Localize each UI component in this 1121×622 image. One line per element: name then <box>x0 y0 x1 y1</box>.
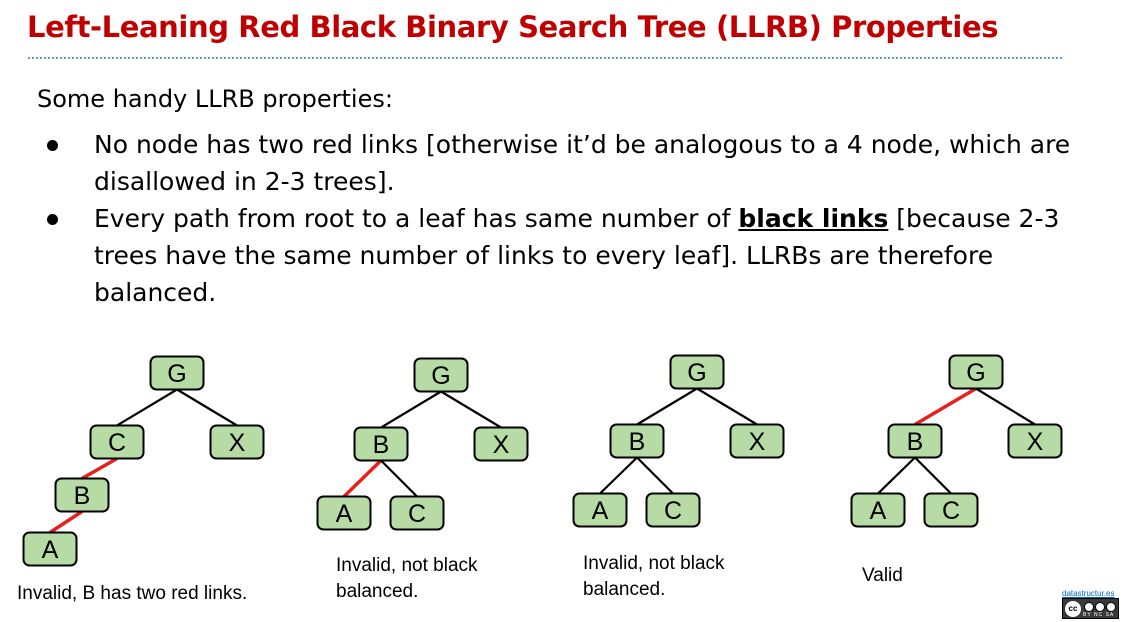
node-label: X <box>749 428 766 456</box>
node-label: G <box>431 362 450 390</box>
license-tags: BY NC SA <box>1083 612 1115 618</box>
red-link-B-A <box>342 459 383 498</box>
black-links-emphasis: black links <box>738 204 889 233</box>
property-item-1: No node has two red links [otherwise it’… <box>40 126 1080 200</box>
black-link-G-X <box>440 390 502 429</box>
node-X: X <box>1007 423 1063 459</box>
node-C: C <box>923 492 979 528</box>
node-A: A <box>22 531 78 567</box>
bullet-icon <box>47 140 58 151</box>
black-link-B-C <box>636 456 674 495</box>
node-B: B <box>887 423 943 459</box>
site-link[interactable]: datastructur.es <box>1062 589 1114 598</box>
node-B: B <box>609 423 665 459</box>
node-label: C <box>942 497 960 525</box>
node-label: C <box>664 497 682 525</box>
bullet-icon <box>47 214 58 225</box>
node-A: A <box>316 495 372 531</box>
node-label: G <box>966 359 985 387</box>
node-X: X <box>473 426 529 462</box>
node-B: B <box>353 426 409 462</box>
black-link-G-X <box>975 387 1036 426</box>
sa-icon <box>1106 602 1116 612</box>
node-A: A <box>572 492 628 528</box>
node-C: C <box>389 495 445 531</box>
node-G: G <box>948 354 1004 390</box>
caption-tree-4: Valid <box>862 565 903 586</box>
property-text-2-before: Every path from root to a leaf has same … <box>94 204 739 233</box>
node-label: X <box>493 431 510 459</box>
caption-tree-1: Invalid, B has two red links. <box>17 583 248 604</box>
black-link-G-X <box>696 387 758 426</box>
cc-mark: cc <box>1065 601 1081 617</box>
node-label: C <box>108 429 126 457</box>
node-X: X <box>729 423 785 459</box>
node-A: A <box>850 492 906 528</box>
tree-3: G B X A C <box>572 354 785 528</box>
node-label: A <box>870 497 887 525</box>
tree-1: G C X BA <box>22 355 265 567</box>
node-label: X <box>1027 428 1044 456</box>
node-label: G <box>687 359 706 387</box>
node-label: B <box>74 482 91 510</box>
property-list: No node has two red links [otherwise it’… <box>40 126 1080 311</box>
black-link-G-X <box>176 388 238 427</box>
node-G: G <box>149 355 205 391</box>
node-G: G <box>669 354 725 390</box>
node-label: B <box>907 428 924 456</box>
node-G: G <box>413 357 469 393</box>
intro-text: Some handy LLRB properties: <box>37 85 393 113</box>
tree-2: G B X A C <box>316 357 529 531</box>
nc-icon <box>1095 602 1105 612</box>
cc-by-nc-sa-icon: cc BY NC SA <box>1062 598 1119 619</box>
property-text-1: No node has two red links [otherwise it’… <box>94 130 1071 196</box>
caption-tree-3: Invalid, not black balanced. <box>583 553 725 600</box>
red-link-G-B <box>914 386 977 427</box>
black-link-B-A <box>599 456 638 495</box>
node-label: A <box>42 536 59 564</box>
tree-4: G B X A C <box>850 354 1063 528</box>
property-item-2: Every path from root to a leaf has same … <box>40 200 1080 311</box>
title-divider <box>28 57 1062 59</box>
black-link-B-C <box>914 456 952 495</box>
node-label: A <box>592 497 609 525</box>
red-link-C-B <box>81 456 118 481</box>
caption-tree-2: Invalid, not black balanced. <box>336 555 478 602</box>
node-label: A <box>336 500 353 528</box>
node-X: X <box>209 424 265 460</box>
node-C: C <box>89 424 145 460</box>
tree-diagrams: GC XBAGB XA CGB XA CGB XA C <box>22 354 1063 567</box>
node-label: B <box>373 431 390 459</box>
node-label: B <box>629 428 646 456</box>
node-B: B <box>54 477 110 513</box>
node-C: C <box>645 492 701 528</box>
black-link-B-A <box>877 456 916 495</box>
black-link-G-B <box>636 387 698 426</box>
by-icon <box>1084 602 1094 612</box>
node-label: X <box>229 429 246 457</box>
black-link-B-C <box>380 459 418 498</box>
black-link-G-C <box>116 388 178 427</box>
black-link-G-B <box>380 390 442 429</box>
red-link-B-A <box>49 510 83 534</box>
node-label: G <box>167 360 186 388</box>
node-label: C <box>408 500 426 528</box>
slide-title: Left-Leaning Red Black Binary Search Tre… <box>27 10 999 44</box>
